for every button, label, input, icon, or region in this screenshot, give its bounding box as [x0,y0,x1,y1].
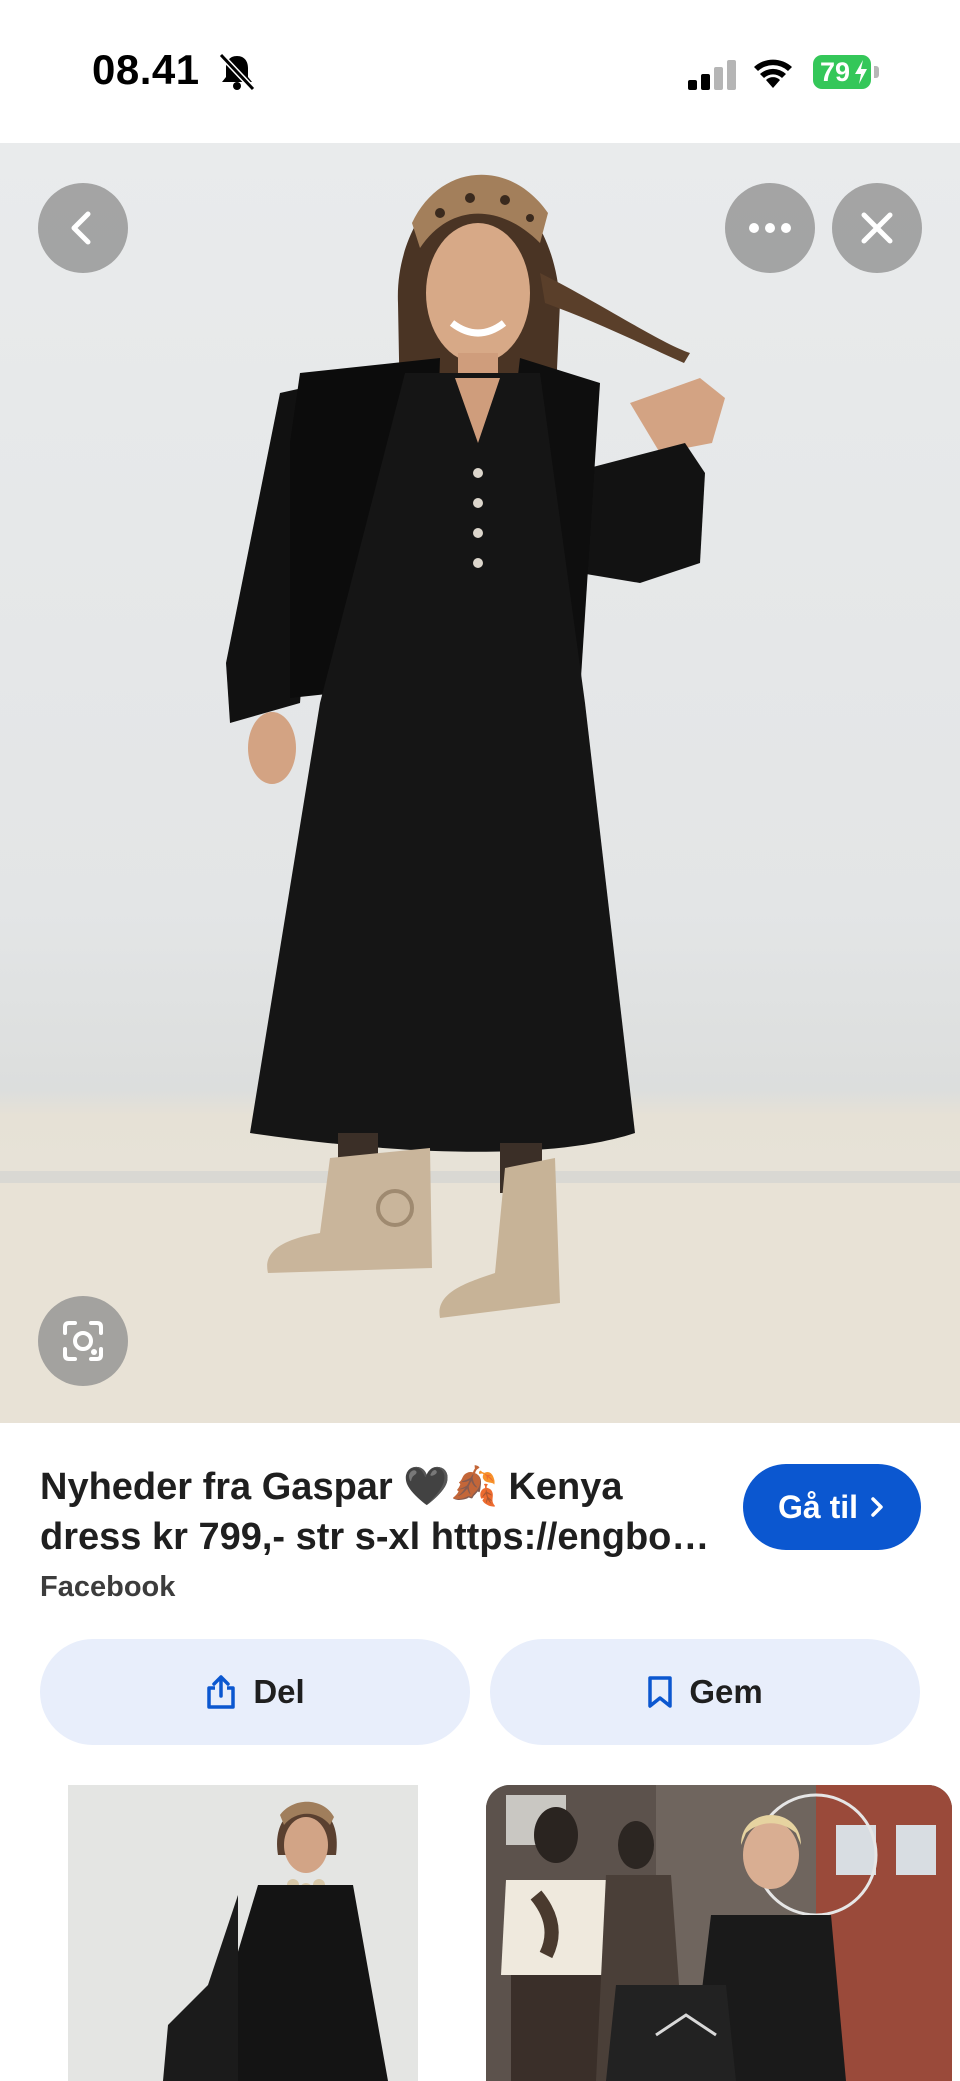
fashion-photo [0,174,960,1423]
chevron-left-icon [71,211,91,245]
related-image-1[interactable] [68,1785,418,2081]
close-icon [861,212,893,244]
bookmark-icon [648,1676,673,1708]
back-button[interactable] [38,183,128,273]
save-label: Gem [689,1673,763,1710]
close-button[interactable] [832,183,922,273]
lens-icon [63,1321,103,1361]
goto-button[interactable]: Gå til [743,1464,921,1550]
status-time: 08.41 [92,46,200,93]
related-photo-2 [486,1785,952,2081]
result-title[interactable]: Nyheder fra Gaspar 🖤🍂 Kenya dress kr 799… [40,1462,730,1562]
more-options-button[interactable] [725,183,815,273]
bolt-icon [855,60,867,84]
save-button[interactable]: Gem [490,1639,920,1745]
goto-label: Gå til [777,1488,858,1525]
visual-search-button[interactable] [38,1296,128,1386]
status-bar: 08.41 79 [0,0,960,143]
more-horizontal-icon [749,223,791,233]
related-photo-1 [68,1785,418,2081]
share-button[interactable]: Del [40,1639,470,1745]
hero-image[interactable] [0,143,960,1423]
result-source: Facebook [40,1571,176,1603]
related-image-2[interactable] [486,1785,952,2081]
cellular-signal-icon [688,60,736,90]
battery-level: 79 [819,57,851,87]
share-label: Del [253,1673,305,1710]
battery-charging-icon: 79 [813,55,881,89]
result-info: Nyheder fra Gaspar 🖤🍂 Kenya dress kr 799… [0,1423,960,2081]
bell-slash-icon [218,52,256,92]
chevron-right-icon [871,1497,883,1517]
share-icon [207,1675,236,1709]
wifi-icon [754,59,792,88]
